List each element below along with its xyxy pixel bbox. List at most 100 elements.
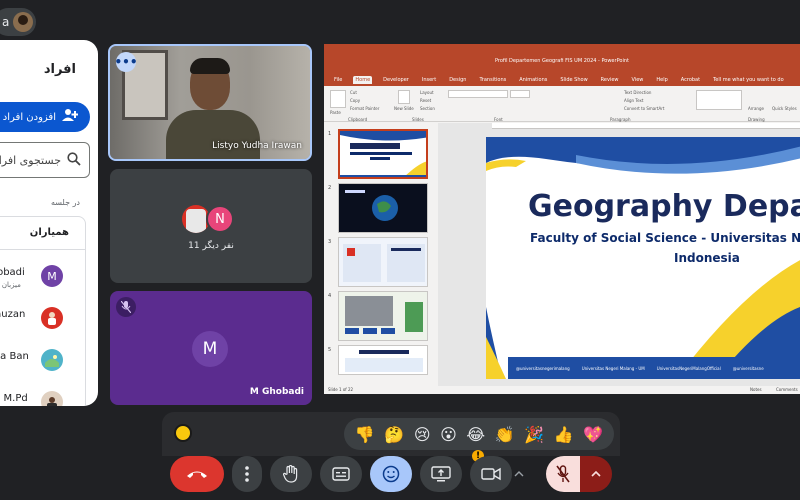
meeting-controls: ! xyxy=(162,450,620,500)
copy-button[interactable]: Copy xyxy=(350,98,360,103)
speaker-video-tile[interactable]: ••• Listyo Yudha Irawan xyxy=(108,44,312,161)
thumbs-down-reaction[interactable]: 👎 xyxy=(355,425,375,444)
ppt-tell-me[interactable]: Tell me what you want to do xyxy=(711,76,786,84)
cut-button[interactable]: Cut xyxy=(350,90,357,95)
ppt-menu-acrobat[interactable]: Acrobat xyxy=(679,76,702,84)
font-size-select[interactable] xyxy=(510,90,530,98)
footer-facebook: Universitas Negeri Malang - UM xyxy=(581,365,645,371)
ppt-menu-file[interactable]: File xyxy=(332,76,344,84)
participant-tile-ghobadi[interactable]: M M Ghobadi xyxy=(110,291,312,405)
participant-name: zia, M.Pd xyxy=(0,393,28,404)
notes-button[interactable]: Notes xyxy=(750,386,762,394)
section-button[interactable]: Section xyxy=(420,106,435,111)
ppt-window-title: Profil Departemen Geografi FIS UM 2024 -… xyxy=(495,58,629,64)
new-slide-icon[interactable] xyxy=(398,90,410,104)
participant-avatar xyxy=(41,307,63,329)
ppt-menu-help[interactable]: Help xyxy=(654,76,669,84)
ppt-menu-view[interactable]: View xyxy=(630,76,646,84)
participant-avatar: M xyxy=(41,265,63,287)
align-text-button[interactable]: Align Text xyxy=(624,98,643,103)
participant-row[interactable]: zia, M.Pd xyxy=(0,381,85,406)
microphone-button[interactable] xyxy=(546,456,580,492)
captions-button[interactable] xyxy=(320,456,362,492)
slide-thumb-4[interactable] xyxy=(338,291,428,341)
others-avatars: N xyxy=(182,205,242,233)
ppt-menu-review[interactable]: Review xyxy=(599,76,621,84)
participant-row[interactable]: Ghobadi میزبان جلسه M xyxy=(0,255,85,295)
party-reaction[interactable]: 🎉 xyxy=(524,425,544,444)
thumb-number: 1 xyxy=(328,131,332,137)
layout-button[interactable]: Layout xyxy=(420,90,434,95)
thumb-number: 2 xyxy=(328,185,332,191)
reactions-tray: 👎 🤔 😢 😮 😂 👏 🎉 👍 💖 xyxy=(162,412,620,456)
laughing-reaction[interactable]: 😂 xyxy=(466,425,485,444)
paste-button[interactable]: Paste xyxy=(330,110,341,115)
video-person-hair xyxy=(190,58,230,74)
present-icon xyxy=(431,466,451,482)
ppt-menu-developer[interactable]: Developer xyxy=(381,76,411,84)
search-icon xyxy=(67,151,81,169)
group-font-label: Font xyxy=(494,117,503,122)
new-slide-button[interactable]: New Slide xyxy=(394,106,414,111)
participant-name: r Fauzan xyxy=(0,309,26,320)
comments-button[interactable]: Comments xyxy=(776,386,798,394)
emoji-strip: 👎 🤔 😢 😮 😂 👏 🎉 👍 💖 xyxy=(344,418,614,450)
main-slide[interactable]: Geography Depart Faculty of Social Scien… xyxy=(486,137,800,379)
heart-reaction[interactable]: 💖 xyxy=(583,425,603,444)
paste-icon[interactable] xyxy=(330,90,346,108)
ppt-statusbar: Slide 1 of 22 Notes Comments xyxy=(324,386,800,394)
ppt-menu-animations[interactable]: Animations xyxy=(517,76,549,84)
participant-row[interactable]: shka Ban xyxy=(0,339,85,379)
ruler xyxy=(492,123,800,129)
videocam-icon xyxy=(481,467,501,481)
thumbs-up-reaction[interactable]: 👍 xyxy=(554,425,574,444)
surprised-reaction[interactable]: 😮 xyxy=(440,425,457,444)
hang-up-icon xyxy=(187,471,207,478)
leave-call-button[interactable] xyxy=(170,456,224,492)
participant-name: Ghobadi xyxy=(0,267,25,278)
reactions-button[interactable] xyxy=(370,456,412,492)
ppt-menu-insert[interactable]: Insert xyxy=(420,76,438,84)
quick-styles-button[interactable]: Quick Styles xyxy=(772,106,797,111)
raise-hand-button[interactable] xyxy=(270,456,312,492)
slide-thumb-2[interactable] xyxy=(338,183,428,233)
slide-thumb-3[interactable] xyxy=(338,237,428,287)
ppt-menu-home[interactable]: Home xyxy=(353,76,373,84)
slide-thumb-1[interactable] xyxy=(338,129,428,179)
self-view-chip[interactable]: a xyxy=(0,8,36,36)
convert-smartart-button[interactable]: Convert to SmartArt xyxy=(624,106,664,111)
text-direction-button[interactable]: Text Direction xyxy=(624,90,651,95)
slide-thumb-5[interactable] xyxy=(338,345,428,375)
participant-avatar xyxy=(41,391,63,406)
add-people-button[interactable]: افزودن افراد xyxy=(0,102,90,132)
clapping-reaction[interactable]: 👏 xyxy=(495,425,515,444)
divider xyxy=(0,249,85,250)
meeting-screen: a افراد افزودن افراد جستجوی افراد در جلس… xyxy=(0,0,800,500)
shared-screen[interactable]: Profil Departemen Geografi FIS UM 2024 -… xyxy=(324,44,800,394)
participant-avatar xyxy=(41,349,63,371)
search-people-input[interactable]: جستجوی افراد xyxy=(0,142,90,178)
ppt-menu-design[interactable]: Design xyxy=(447,76,468,84)
present-screen-button[interactable] xyxy=(420,456,462,492)
ppt-titlebar: Profil Departemen Geografi FIS UM 2024 -… xyxy=(324,44,800,74)
more-options-button[interactable] xyxy=(232,456,262,492)
add-person-icon xyxy=(62,108,79,126)
thumb-number: 3 xyxy=(328,239,332,245)
others-tile[interactable]: N 11 نفر دیگر xyxy=(110,169,312,283)
microphone-options-button[interactable] xyxy=(580,456,612,492)
arrange-button[interactable]: Arrange xyxy=(748,106,764,111)
tile-more-options-button[interactable]: ••• xyxy=(115,52,138,72)
font-family-select[interactable] xyxy=(448,90,508,98)
status-dot[interactable] xyxy=(174,424,192,442)
thinking-reaction[interactable]: 🤔 xyxy=(384,425,404,444)
format-painter-button[interactable]: Format Painter xyxy=(350,106,379,111)
participant-tile-name: M Ghobadi xyxy=(249,387,304,397)
participant-row[interactable]: r Fauzan xyxy=(0,297,85,337)
reset-button[interactable]: Reset xyxy=(420,98,431,103)
ppt-menu-transitions[interactable]: Transitions xyxy=(477,76,508,84)
shapes-gallery[interactable] xyxy=(696,90,742,110)
crying-reaction[interactable]: 😢 xyxy=(414,425,431,444)
group-drawing-label: Drawing xyxy=(748,117,765,122)
camera-options-button[interactable] xyxy=(506,456,532,492)
ppt-menu-slideshow[interactable]: Slide Show xyxy=(558,76,589,84)
